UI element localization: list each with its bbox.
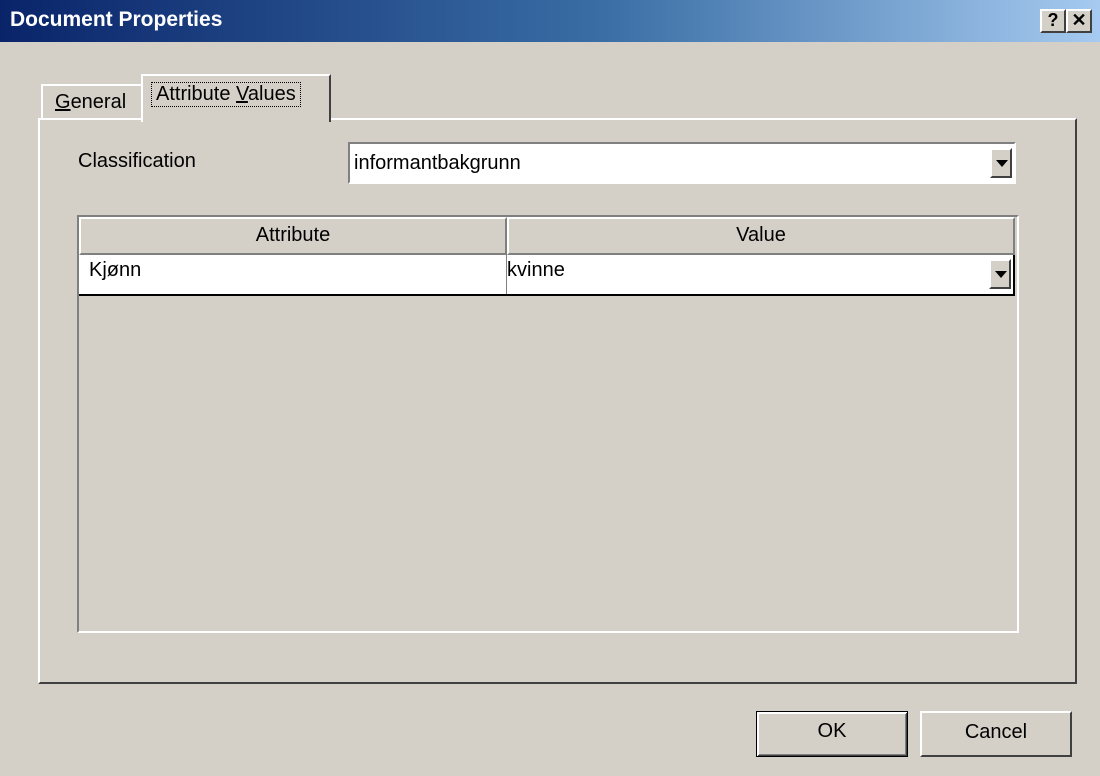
- window-title: Document Properties: [10, 8, 223, 31]
- value-dropdown-button[interactable]: [989, 259, 1011, 289]
- tab-general[interactable]: General: [41, 84, 143, 118]
- attribute-cell[interactable]: Kjønn: [79, 255, 507, 294]
- table-row[interactable]: Kjønn kvinne: [79, 255, 1015, 296]
- tab-general-label: General: [55, 91, 127, 113]
- title-bar[interactable]: Document Properties ? ✕: [0, 0, 1100, 42]
- column-header-value[interactable]: Value: [507, 217, 1015, 255]
- attribute-grid[interactable]: Attribute Value Kjønn kvinne: [77, 215, 1019, 633]
- value-cell[interactable]: kvinne: [507, 255, 1015, 294]
- chevron-down-icon: [995, 271, 1007, 278]
- ok-button[interactable]: OK: [756, 711, 908, 757]
- column-header-attribute[interactable]: Attribute: [79, 217, 507, 255]
- help-button[interactable]: ?: [1040, 9, 1066, 33]
- tab-attribute-values[interactable]: Attribute Values: [141, 74, 331, 122]
- tab-attribute-values-label: Attribute Values: [151, 82, 301, 107]
- classification-combobox[interactable]: informantbakgrunn: [348, 142, 1016, 184]
- cancel-button[interactable]: Cancel: [920, 711, 1072, 757]
- value-cell-text: kvinne: [507, 259, 565, 281]
- classification-value: informantbakgrunn: [354, 152, 521, 174]
- close-button[interactable]: ✕: [1066, 9, 1092, 33]
- chevron-down-icon: [996, 160, 1008, 167]
- classification-label: Classification: [78, 150, 196, 172]
- classification-dropdown-button[interactable]: [990, 148, 1012, 178]
